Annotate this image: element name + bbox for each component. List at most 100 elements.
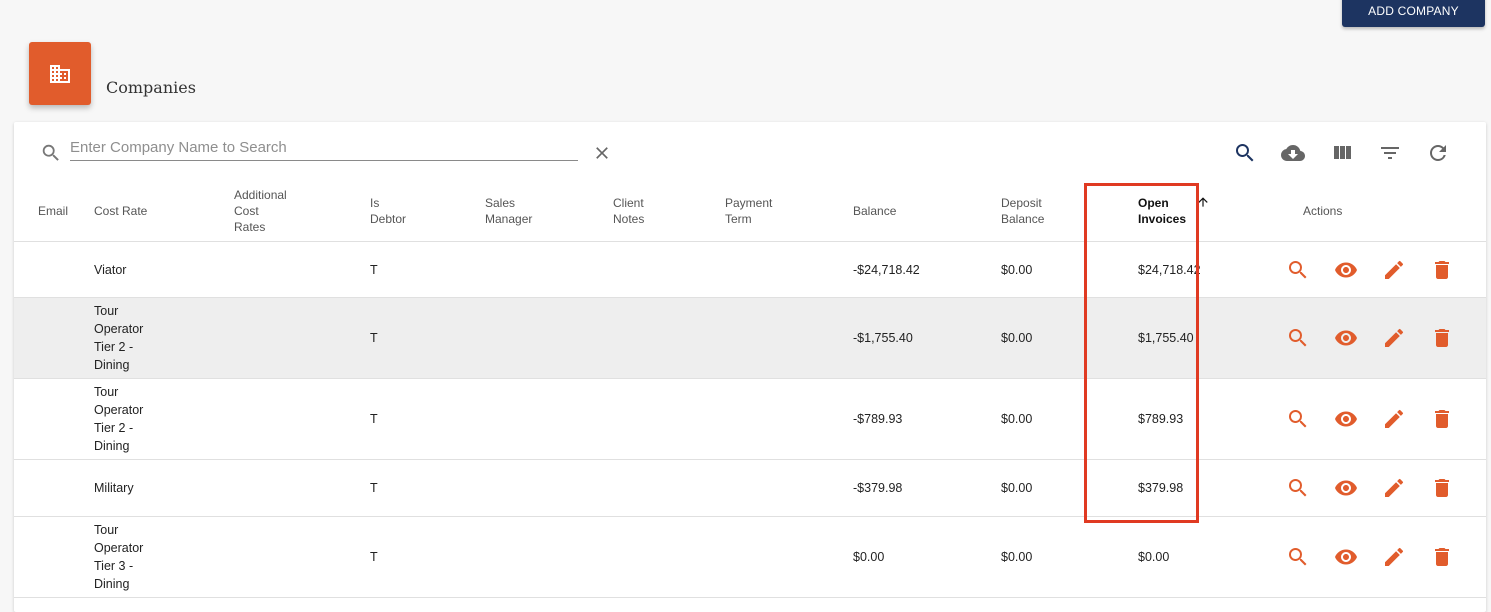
cloud-download-icon[interactable] [1281,141,1305,165]
row-actions [1274,516,1486,598]
view-columns-icon[interactable] [1330,141,1354,165]
cell-open-invoices: $379.98 [1125,459,1274,517]
cell-is-debtor: T [370,459,485,517]
column-header-deposit-balance[interactable]: Deposit Balance [1001,181,1125,242]
search-icon [42,144,59,161]
cell-sales-manager [485,378,613,460]
cell-payment-term [725,459,853,517]
cell-email [14,459,94,517]
cell-deposit-balance: $0.00 [1001,516,1125,598]
companies-table-card: Email Cost Rate Additional Cost Rates Is… [14,122,1486,612]
cell-open-invoices: $0.00 [1125,516,1274,598]
view-icon[interactable] [1334,407,1358,431]
delete-icon[interactable] [1430,407,1454,431]
column-header-open-invoices[interactable]: Open Invoices [1125,181,1274,242]
close-icon[interactable] [592,143,612,163]
edit-icon[interactable] [1382,258,1406,282]
cell-sales-manager [485,241,613,298]
cell-is-debtor: T [370,378,485,460]
search-icon[interactable] [1286,258,1310,282]
view-icon[interactable] [1334,476,1358,500]
cell-additional-cost-rates [234,459,370,517]
cell-payment-term [725,378,853,460]
cell-cost-rate: Viator [94,241,234,298]
search-icon[interactable] [1286,476,1310,500]
cell-deposit-balance: $0.00 [1001,241,1125,298]
cell-cost-rate: Tour Operator Tier 2 - Dining [94,378,234,460]
cell-cost-rate: Tour Operator Tier 3 - Dining [94,516,234,598]
cell-is-debtor: T [370,516,485,598]
view-icon[interactable] [1334,326,1358,350]
column-header-actions: Actions [1274,181,1486,242]
table-row[interactable]: Tour Operator Tier 3 - Dining T $0.00 $0.00… [14,516,1486,598]
cell-open-invoices: $24,718.42 [1125,241,1274,298]
table-row[interactable]: Viator T -$24,718.42 $0.00 $24,718.42 [14,241,1486,298]
cell-email [14,516,94,598]
building-icon [29,42,91,105]
column-header-balance[interactable]: Balance [853,181,1001,242]
cell-is-debtor: T [370,297,485,379]
cell-additional-cost-rates [234,516,370,598]
search-icon[interactable] [1286,545,1310,569]
cell-open-invoices: $1,755.40 [1125,297,1274,379]
cell-cost-rate: Military [94,459,234,517]
edit-icon[interactable] [1382,476,1406,500]
cell-cost-rate: Tour Operator Tier 2 - Dining [94,297,234,379]
cell-is-debtor: T [370,241,485,298]
search-icon[interactable] [1233,141,1257,165]
table-row[interactable]: Tour Operator Tier 2 - Dining T -$789.93 $0… [14,378,1486,460]
sort-arrow-up-icon[interactable] [1196,195,1210,209]
cell-balance: -$789.93 [853,378,1001,460]
search-icon[interactable] [1286,407,1310,431]
column-header-additional-cost-rates[interactable]: Additional Cost Rates [234,181,370,242]
table-header-row: Email Cost Rate Additional Cost Rates Is… [14,181,1486,242]
cell-sales-manager [485,459,613,517]
search-icon[interactable] [1286,326,1310,350]
cell-client-notes [613,516,725,598]
table-row[interactable]: Military T -$379.98 $0.00 $379.98 [14,459,1486,517]
column-header-cost-rate[interactable]: Cost Rate [94,181,234,242]
view-icon[interactable] [1334,258,1358,282]
cell-additional-cost-rates [234,378,370,460]
edit-icon[interactable] [1382,407,1406,431]
cell-email [14,241,94,298]
filter-icon[interactable] [1378,141,1402,165]
cell-payment-term [725,516,853,598]
column-header-email[interactable]: Email [14,181,94,242]
delete-icon[interactable] [1430,545,1454,569]
delete-icon[interactable] [1430,476,1454,500]
cell-payment-term [725,297,853,379]
view-icon[interactable] [1334,545,1358,569]
edit-icon[interactable] [1382,326,1406,350]
cell-open-invoices: $789.93 [1125,378,1274,460]
cell-sales-manager [485,297,613,379]
delete-icon[interactable] [1430,326,1454,350]
cell-deposit-balance: $0.00 [1001,297,1125,379]
row-actions [1274,241,1486,298]
refresh-icon[interactable] [1426,141,1450,165]
cell-client-notes [613,297,725,379]
cell-balance: -$1,755.40 [853,297,1001,379]
table-row[interactable]: Tour Operator Tier 2 - Dining T -$1,755.40… [14,297,1486,379]
cell-payment-term [725,241,853,298]
delete-icon[interactable] [1430,258,1454,282]
cell-balance: -$379.98 [853,459,1001,517]
add-company-button[interactable]: ADD COMPANY [1342,0,1485,27]
cell-email [14,297,94,379]
cell-deposit-balance: $0.00 [1001,378,1125,460]
cell-email [14,378,94,460]
edit-icon[interactable] [1382,545,1406,569]
search-input[interactable] [70,134,578,161]
column-header-is-debtor[interactable]: Is Debtor [370,181,485,242]
cell-client-notes [613,378,725,460]
column-header-client-notes[interactable]: Client Notes [613,181,725,242]
row-actions [1274,297,1486,379]
companies-table: Email Cost Rate Additional Cost Rates Is… [14,181,1486,598]
cell-client-notes [613,459,725,517]
cell-additional-cost-rates [234,297,370,379]
column-header-payment-term[interactable]: Payment Term [725,181,853,242]
cell-sales-manager [485,516,613,598]
column-header-sales-manager[interactable]: Sales Manager [485,181,613,242]
cell-balance: -$24,718.42 [853,241,1001,298]
row-actions [1274,459,1486,517]
